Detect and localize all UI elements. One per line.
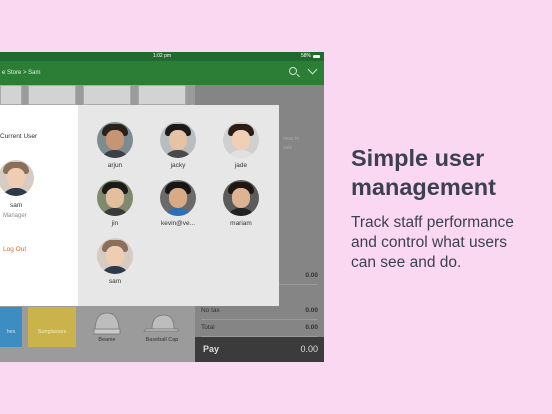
user-switch-modal: Current User sam Manager Log Out arjun j… (0, 105, 279, 306)
cart-row-value: 0.00 (305, 307, 318, 314)
headline-line: management (351, 174, 496, 200)
subtext-line: can see and do. (351, 254, 462, 271)
baseball-cap-icon (143, 314, 179, 332)
user-name: jin (111, 220, 119, 227)
current-user-role: Manager (3, 213, 27, 219)
tile-label: Sunglasses (37, 329, 67, 335)
product-thumb[interactable] (0, 85, 22, 105)
status-time: 1:02 pm (152, 53, 172, 59)
current-user-label: Current User (0, 133, 38, 140)
battery-percent: 58% (300, 53, 311, 59)
product-thumb[interactable] (138, 85, 186, 105)
cart-row: Total 0.00 (201, 319, 318, 337)
user-name: sam (108, 278, 122, 285)
user-tile-jin[interactable]: jin (90, 180, 140, 227)
cart-row-label: No tax (201, 307, 220, 314)
product-tile[interactable]: Beanie (83, 307, 131, 347)
status-bar: 1:02 pm 58% (0, 52, 324, 61)
promo-subtext: Track staff performance and control what… (351, 213, 514, 273)
pay-button[interactable]: Pay 0.00 (195, 337, 324, 362)
product-tile[interactable]: hes (0, 307, 22, 347)
user-name: jacky (170, 162, 186, 169)
user-tile-jade[interactable]: jade (216, 122, 266, 169)
cart-row-label: Total (201, 324, 215, 331)
avatar (223, 180, 259, 216)
search-icon[interactable] (289, 67, 297, 75)
user-name: mariam (230, 220, 252, 227)
logout-link[interactable]: Log Out (3, 246, 26, 253)
battery-indicator: 58% (301, 52, 320, 61)
cart-hint: ness to sale (283, 136, 300, 151)
avatar (97, 122, 133, 158)
user-tile-arjun[interactable]: arjun (90, 122, 140, 169)
tile-label: Beanie (98, 337, 116, 343)
product-tile[interactable]: Sunglasses (28, 307, 76, 347)
user-tile-sam[interactable]: sam (90, 238, 140, 285)
current-user-panel: Current User sam Manager Log Out (0, 105, 78, 306)
user-name: arjun (107, 162, 123, 169)
user-name: jade (234, 162, 248, 169)
beanie-icon (93, 312, 121, 335)
promo-headline: Simple user management (351, 144, 496, 202)
battery-icon (313, 55, 320, 58)
product-tile[interactable]: Baseball Cap (138, 307, 186, 347)
avatar (97, 180, 133, 216)
chevron-down-icon[interactable] (307, 64, 318, 75)
pay-label: Pay (203, 344, 220, 354)
pay-amount: 0.00 (300, 344, 318, 354)
avatar (97, 238, 133, 274)
avatar (223, 122, 259, 158)
app-bar: e Store > Sam (0, 61, 324, 85)
user-tile-jacky[interactable]: jacky (153, 122, 203, 169)
tile-label: hes (6, 329, 16, 335)
avatar (0, 160, 34, 196)
user-tile-kevin[interactable]: kevin@ve... (153, 180, 203, 227)
user-tile-mariam[interactable]: mariam (216, 180, 266, 227)
tile-label: Baseball Cap (145, 337, 179, 343)
product-thumb[interactable] (28, 85, 76, 105)
user-name: kevin@ve... (160, 220, 196, 227)
breadcrumb[interactable]: e Store > Sam (2, 61, 41, 85)
cart-row-value: 0.00 (305, 324, 318, 331)
cart-row-value: 0.00 (305, 272, 318, 279)
subtext-line: and control what users (351, 234, 507, 251)
subtext-line: Track staff performance (351, 214, 514, 231)
current-user-name: sam (10, 202, 23, 209)
product-thumb[interactable] (83, 85, 131, 105)
avatar (160, 122, 196, 158)
avatar (160, 180, 196, 216)
headline-line: Simple user (351, 145, 485, 171)
tablet-screen: 1:02 pm 58% e Store > Sam 0.00 No tax 0.… (0, 52, 324, 362)
